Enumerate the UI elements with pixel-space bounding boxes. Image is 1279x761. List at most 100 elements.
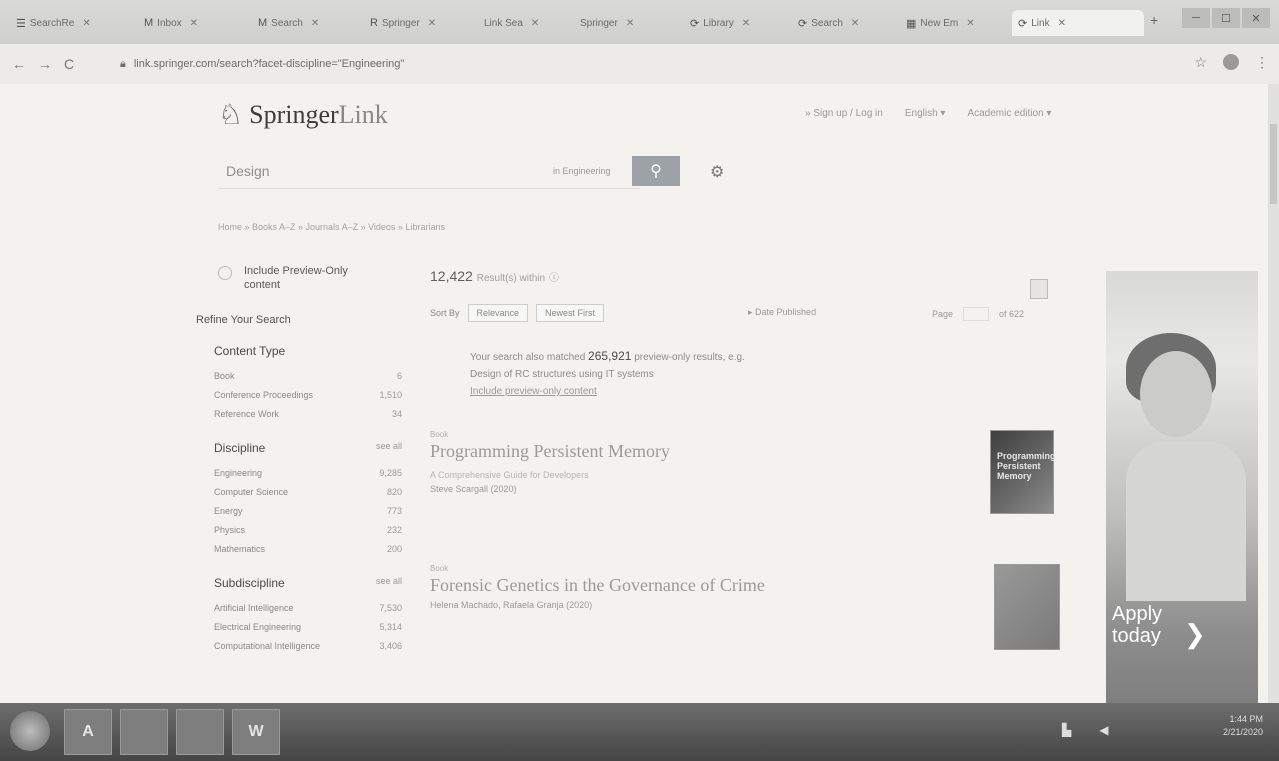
facet-item[interactable]: Physics 232 <box>214 520 402 539</box>
browser-tab[interactable]: Link Sea ✕ <box>484 10 574 36</box>
profile-avatar[interactable] <box>1223 54 1239 70</box>
minimize-icon[interactable]: ─ <box>1182 8 1210 28</box>
maximize-icon[interactable]: ☐ <box>1212 8 1240 28</box>
close-icon[interactable]: ✕ <box>531 18 539 29</box>
close-icon[interactable]: ✕ <box>1058 18 1066 29</box>
result-title[interactable]: Forensic Genetics in the Governance of C… <box>430 575 1050 596</box>
close-icon[interactable]: ✕ <box>851 18 859 29</box>
page-label: Page <box>932 309 954 319</box>
forward-icon[interactable]: → <box>38 56 52 72</box>
discipline-heading: Discipline see all <box>214 441 402 455</box>
breadcrumb[interactable]: Home » Books A–Z » Journals A–Z » Videos… <box>218 222 445 232</box>
search-icon: ⚲ <box>650 163 662 180</box>
network-icon[interactable]: ▙ <box>1062 723 1071 737</box>
facet-item[interactable]: Book 6 <box>214 366 402 385</box>
subdiscipline-heading: Subdiscipline see all <box>214 576 402 590</box>
refine-sidebar: Include Preview-Only content Refine Your… <box>196 264 406 655</box>
clock[interactable]: 1:44 PM 2/21/2020 <box>1223 713 1263 739</box>
sort-relevance-button[interactable]: Relevance <box>467 304 529 322</box>
info-icon[interactable]: ⓘ <box>549 273 559 284</box>
url-field[interactable]: 🔒︎ link.springer.com/search?facet-discip… <box>120 54 1170 74</box>
window-controls: ─ ☐ ✕ <box>1182 8 1270 28</box>
browser-tab[interactable]: R Springer ✕ <box>370 10 470 36</box>
tab-favicon: M <box>144 17 154 29</box>
taskbar-app[interactable] <box>120 709 168 755</box>
book-cover[interactable]: Programming Persistent Memory <box>990 430 1056 514</box>
preview-radio[interactable] <box>218 266 232 280</box>
start-button[interactable] <box>10 711 50 751</box>
facet-item[interactable]: Engineering 9,285 <box>214 463 402 482</box>
tab-favicon: R <box>370 17 378 29</box>
new-tab-button[interactable]: + <box>1150 12 1158 28</box>
facet-item[interactable]: Electrical Engineering 5,314 <box>214 617 402 636</box>
search-button[interactable]: ⚲ <box>632 156 680 186</box>
facet-item[interactable]: Computer Science 820 <box>214 482 402 501</box>
facet-item[interactable]: Mathematics 200 <box>214 539 402 558</box>
advertisement-banner[interactable]: Apply today ❯ <box>1106 271 1258 716</box>
tab-label: New Em <box>920 17 959 29</box>
rss-feed-icon[interactable] <box>1030 279 1048 299</box>
include-preview-toggle[interactable]: Include Preview-Only content <box>218 264 406 292</box>
lock-icon: 🔒︎ <box>120 57 126 70</box>
gear-icon[interactable]: ⚙ <box>710 162 724 182</box>
browser-tab[interactable]: ⟳ Library ✕ <box>690 10 786 36</box>
springerlink-logo[interactable]: ♘ SpringerLink <box>218 98 388 131</box>
see-all-link[interactable]: see all <box>376 576 402 590</box>
back-icon[interactable]: ← <box>12 56 26 72</box>
taskbar-app[interactable]: A <box>64 709 112 755</box>
browser-tab[interactable]: M Search ✕ <box>258 10 358 36</box>
volume-icon[interactable]: ◀ <box>1099 723 1108 737</box>
facet-item[interactable]: Reference Work 34 <box>214 404 402 423</box>
menu-dots-icon[interactable]: ⋮ <box>1255 54 1269 71</box>
scrollbar-thumb[interactable] <box>1270 124 1277 204</box>
browser-tab[interactable]: Springer ✕ <box>580 10 672 36</box>
sort-row: Sort By Relevance Newest First ▸ Date Pu… <box>430 302 1050 324</box>
facet-item[interactable]: Computational Intelligence 3,406 <box>214 636 402 655</box>
page-content: ♘ SpringerLink » Sign up / Log in Englis… <box>0 84 1279 716</box>
close-icon[interactable]: ✕ <box>626 18 634 29</box>
result-content-type: Book <box>430 430 449 439</box>
tab-favicon: M <box>258 17 268 29</box>
facet-item[interactable]: Energy 773 <box>214 501 402 520</box>
close-icon[interactable]: ✕ <box>82 18 90 29</box>
page-scrollbar[interactable] <box>1268 84 1279 714</box>
close-icon[interactable]: ✕ <box>428 18 436 29</box>
include-preview-link[interactable]: Include preview-only content <box>470 386 597 397</box>
tab-label: Springer <box>381 17 420 29</box>
tab-favicon: ⟳ <box>690 17 700 30</box>
browser-tab[interactable]: ⟳ Search ✕ <box>798 10 894 36</box>
edition-select[interactable]: Academic edition ▾ <box>967 108 1051 119</box>
tab-favicon: ⟳ <box>798 17 808 30</box>
browser-tab[interactable]: ☰ SearchRe ✕ <box>16 10 128 36</box>
browser-tab[interactable]: M Inbox ✕ <box>144 10 244 36</box>
tab-label: SearchRe <box>29 17 75 29</box>
springer-horse-icon: ♘ <box>218 99 244 130</box>
close-icon[interactable]: ✕ <box>190 18 198 29</box>
page-input[interactable] <box>963 307 990 321</box>
book-cover[interactable] <box>994 564 1060 650</box>
facet-item[interactable]: Conference Proceedings 1,510 <box>214 385 402 404</box>
tab-label: Search <box>811 17 843 29</box>
preview-example[interactable]: Design of RC structures using IT systems <box>470 369 654 380</box>
see-all-link[interactable]: see all <box>376 441 402 455</box>
taskbar-app[interactable] <box>176 709 224 755</box>
search-row: in Engineering ⚲ ⚙ <box>218 154 738 189</box>
date-published-filter[interactable]: ▸ Date Published <box>748 307 816 318</box>
reload-icon[interactable]: C <box>64 56 74 72</box>
sort-by-label: Sort By <box>430 308 460 318</box>
url-path: /search?facet-discipline="Engineering" <box>216 58 405 70</box>
result-title[interactable]: Programming Persistent Memory <box>430 441 1050 462</box>
close-window-icon[interactable]: ✕ <box>1242 8 1270 28</box>
close-icon[interactable]: ✕ <box>742 18 750 29</box>
sign-in-link[interactable]: » Sign up / Log in <box>805 108 883 119</box>
close-icon[interactable]: ✕ <box>311 18 319 29</box>
bookmark-star-icon[interactable]: ☆ <box>1194 54 1207 71</box>
close-icon[interactable]: ✕ <box>966 18 974 29</box>
browser-tab[interactable]: ▦ New Em ✕ <box>906 10 1006 36</box>
facet-item[interactable]: Artificial Intelligence 7,530 <box>214 598 402 617</box>
browser-tab-active[interactable]: ⟳ Link ✕ <box>1012 10 1144 36</box>
url-host: link.springer.com <box>133 58 217 70</box>
taskbar-app[interactable]: W <box>232 709 280 755</box>
language-select[interactable]: English ▾ <box>905 108 946 119</box>
sort-newest-button[interactable]: Newest First <box>536 304 605 322</box>
